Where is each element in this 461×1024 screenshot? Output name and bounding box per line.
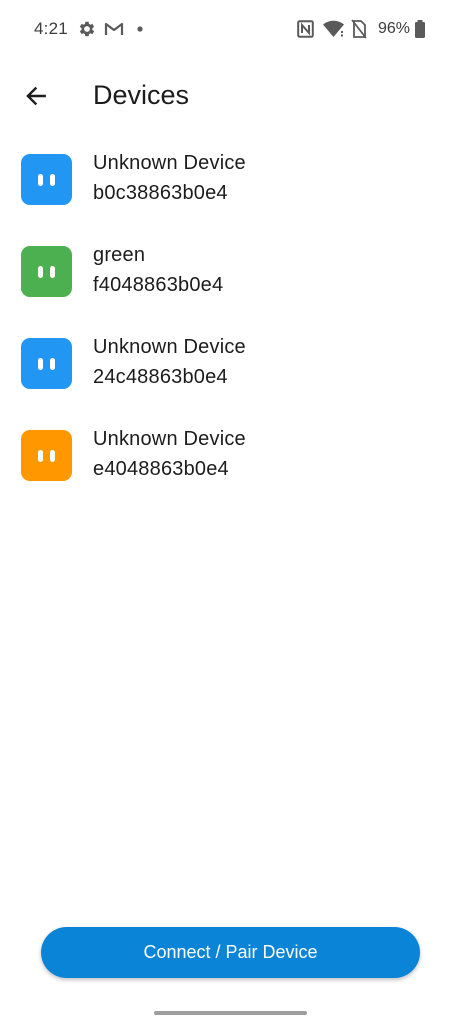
device-avatar	[21, 154, 72, 205]
device-avatar	[21, 430, 72, 481]
status-time: 4:21	[34, 19, 68, 38]
gear-icon	[77, 19, 97, 39]
battery-icon	[414, 19, 426, 39]
no-sim-icon	[351, 19, 367, 39]
gesture-navigation-bar[interactable]	[154, 1011, 307, 1015]
connect-pair-device-button[interactable]: Connect / Pair Device	[41, 927, 420, 978]
back-button[interactable]	[16, 74, 56, 118]
face-icon	[38, 357, 55, 370]
face-icon	[38, 449, 55, 462]
wifi-icon	[322, 19, 346, 39]
arrow-back-icon	[26, 86, 46, 106]
face-icon	[38, 265, 55, 278]
device-name: Unknown Device	[93, 336, 246, 358]
nfc-icon	[297, 19, 314, 39]
status-bar: 4:21 96%	[0, 0, 461, 58]
device-list-item[interactable]: Unknown Device 24c48863b0e4	[0, 322, 461, 414]
device-list-item[interactable]: green f4048863b0e4	[0, 230, 461, 322]
device-id: 24c48863b0e4	[93, 366, 228, 388]
device-list-item[interactable]: Unknown Device e4048863b0e4	[0, 414, 461, 506]
device-name: Unknown Device	[93, 428, 246, 450]
device-avatar	[21, 246, 72, 297]
face-icon	[38, 173, 55, 186]
app-bar: Devices	[0, 66, 461, 128]
device-name: green	[93, 244, 146, 266]
device-id: e4048863b0e4	[93, 458, 229, 480]
device-list: Unknown Device b0c38863b0e4 green f40488…	[0, 138, 461, 506]
device-id: f4048863b0e4	[93, 274, 224, 296]
gmail-icon	[104, 19, 124, 39]
dot-icon	[132, 19, 152, 39]
battery-percentage: 96%	[378, 20, 411, 37]
device-list-item[interactable]: Unknown Device b0c38863b0e4	[0, 138, 461, 230]
device-id: b0c38863b0e4	[93, 182, 228, 204]
device-avatar	[21, 338, 72, 389]
device-name: Unknown Device	[93, 152, 246, 174]
page-title: Devices	[93, 80, 190, 110]
